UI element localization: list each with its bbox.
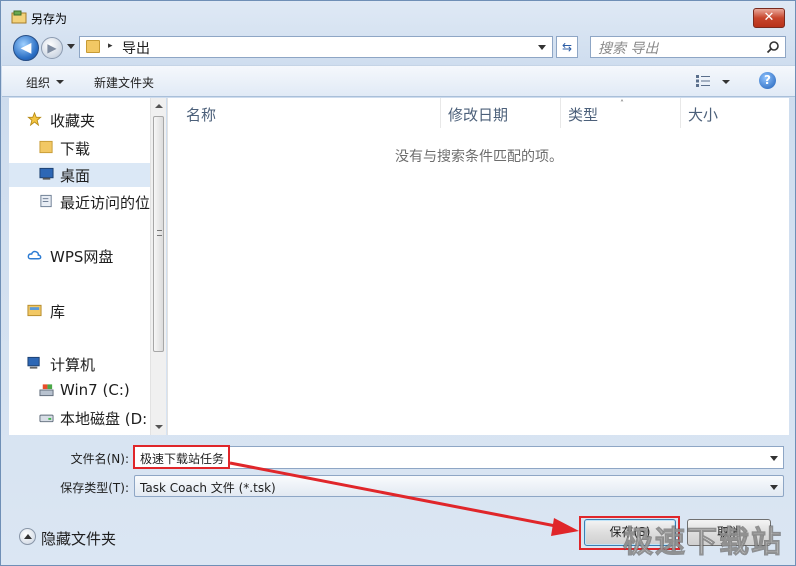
filetype-select[interactable]: Task Coach 文件 (*.tsk) xyxy=(134,475,784,497)
file-list[interactable]: 名称 修改日期 类型 ˄ 大小 没有与搜索条件匹配的项。 xyxy=(167,98,789,435)
column-header-date-modified[interactable]: 修改日期 xyxy=(448,98,561,128)
search-placeholder: 搜索 导出 xyxy=(598,41,659,57)
scroll-up-icon[interactable] xyxy=(155,104,163,108)
sidebar-item-libraries[interactable]: 库 xyxy=(9,299,150,323)
filename-field[interactable]: 极速下载站任务 xyxy=(134,446,784,469)
filename-highlight-box xyxy=(133,445,230,469)
sidebar-item-label: 库 xyxy=(50,303,66,321)
save-dialog-icon xyxy=(11,10,27,24)
computer-icon xyxy=(27,356,40,369)
navigation-pane: 收藏夹 下载 桌面 最近访问的位 WPS网盘 库 计算机 Win7 (C:) 本… xyxy=(9,98,166,435)
sidebar-item-label: 桌面 xyxy=(60,167,91,185)
sidebar-item-label: 下载 xyxy=(60,140,91,158)
star-icon xyxy=(27,112,42,126)
scroll-thumb[interactable] xyxy=(153,116,164,352)
organize-menu-button[interactable]: 组织 xyxy=(26,74,50,91)
help-icon: ? xyxy=(764,73,771,87)
sidebar-item-drive-d[interactable]: 本地磁盘 (D: xyxy=(9,406,150,430)
column-header-name[interactable]: 名称 xyxy=(186,98,441,128)
title-bar: 另存为 ✕ xyxy=(1,1,795,31)
watermark-text: 极速下载站 xyxy=(623,525,783,561)
refresh-icon: ⇆ xyxy=(561,40,573,54)
system-drive-icon xyxy=(39,384,54,397)
sidebar-item-wps-cloud[interactable]: WPS网盘 xyxy=(9,244,150,268)
breadcrumb-chevron-icon[interactable]: ▸ xyxy=(108,41,113,51)
scroll-grip-icon xyxy=(157,230,162,236)
filename-label: 文件名(N): xyxy=(70,452,129,466)
save-as-dialog: 另存为 ✕ ◀ ▶ ▸ 导出 ⇆ 搜索 导出 组织 新建文件夹 ? 收藏夹 下载… xyxy=(0,0,796,566)
sidebar-item-drive-c[interactable]: Win7 (C:) xyxy=(9,379,150,403)
empty-results-message: 没有与搜索条件匹配的项。 xyxy=(395,149,563,165)
recent-places-icon xyxy=(40,194,52,208)
back-button[interactable]: ◀ xyxy=(13,35,39,61)
folder-icon xyxy=(86,40,100,53)
refresh-button[interactable]: ⇆ xyxy=(556,36,578,58)
chevron-down-icon[interactable] xyxy=(56,80,64,84)
forward-button[interactable]: ▶ xyxy=(41,37,63,59)
view-chevron-down-icon[interactable] xyxy=(722,80,730,84)
forward-arrow-icon: ▶ xyxy=(47,41,57,55)
breadcrumb-current-folder[interactable]: 导出 xyxy=(122,38,150,58)
view-options-icon[interactable] xyxy=(696,75,710,87)
back-arrow-icon: ◀ xyxy=(20,40,32,56)
scroll-down-icon[interactable] xyxy=(155,425,163,429)
sidebar-item-desktop[interactable]: 桌面 xyxy=(9,163,150,187)
sidebar-item-downloads[interactable]: 下载 xyxy=(9,136,150,160)
column-header-size[interactable]: 大小 xyxy=(688,98,768,128)
library-icon xyxy=(27,304,42,317)
window-title: 另存为 xyxy=(31,12,68,26)
sidebar-item-recent-places[interactable]: 最近访问的位 xyxy=(9,190,150,214)
hide-folders-label: 隐藏文件夹 xyxy=(41,530,117,548)
filename-history-dropdown-icon[interactable] xyxy=(770,456,778,461)
new-folder-button[interactable]: 新建文件夹 xyxy=(94,74,154,91)
search-input[interactable]: 搜索 导出 xyxy=(590,36,786,58)
sidebar-item-label: 收藏夹 xyxy=(50,112,96,130)
sidebar-item-label: Win7 (C:) xyxy=(60,381,130,399)
sidebar-item-label: 计算机 xyxy=(50,356,96,374)
recent-locations-dropdown-icon[interactable] xyxy=(67,44,75,49)
filetype-value: Task Coach 文件 (*.tsk) xyxy=(140,481,276,495)
sidebar-item-favorites[interactable]: 收藏夹 xyxy=(9,108,150,132)
sidebar-item-label: 最近访问的位 xyxy=(60,194,150,212)
search-icon[interactable] xyxy=(766,40,780,54)
cloud-icon xyxy=(27,250,42,260)
filetype-dropdown-icon[interactable] xyxy=(770,485,778,490)
address-dropdown-icon[interactable] xyxy=(538,45,546,50)
sidebar-item-label: 本地磁盘 (D: xyxy=(60,410,148,428)
filetype-label: 保存类型(T): xyxy=(60,481,129,495)
collapse-up-icon xyxy=(19,528,36,545)
folder-icon xyxy=(39,140,53,154)
close-icon: ✕ xyxy=(763,10,775,25)
sort-indicator-icon: ˄ xyxy=(620,99,624,108)
sidebar-item-computer[interactable]: 计算机 xyxy=(9,352,150,376)
column-header-type[interactable]: 类型 xyxy=(568,98,681,128)
command-toolbar: 组织 新建文件夹 ? xyxy=(2,65,795,97)
help-button[interactable]: ? xyxy=(759,72,776,89)
desktop-icon xyxy=(39,167,54,180)
close-button[interactable]: ✕ xyxy=(753,8,785,28)
sidebar-item-label: WPS网盘 xyxy=(50,248,114,266)
local-drive-icon xyxy=(39,414,54,423)
navigation-scrollbar[interactable] xyxy=(150,98,166,435)
address-bar[interactable]: ▸ 导出 xyxy=(79,36,553,58)
